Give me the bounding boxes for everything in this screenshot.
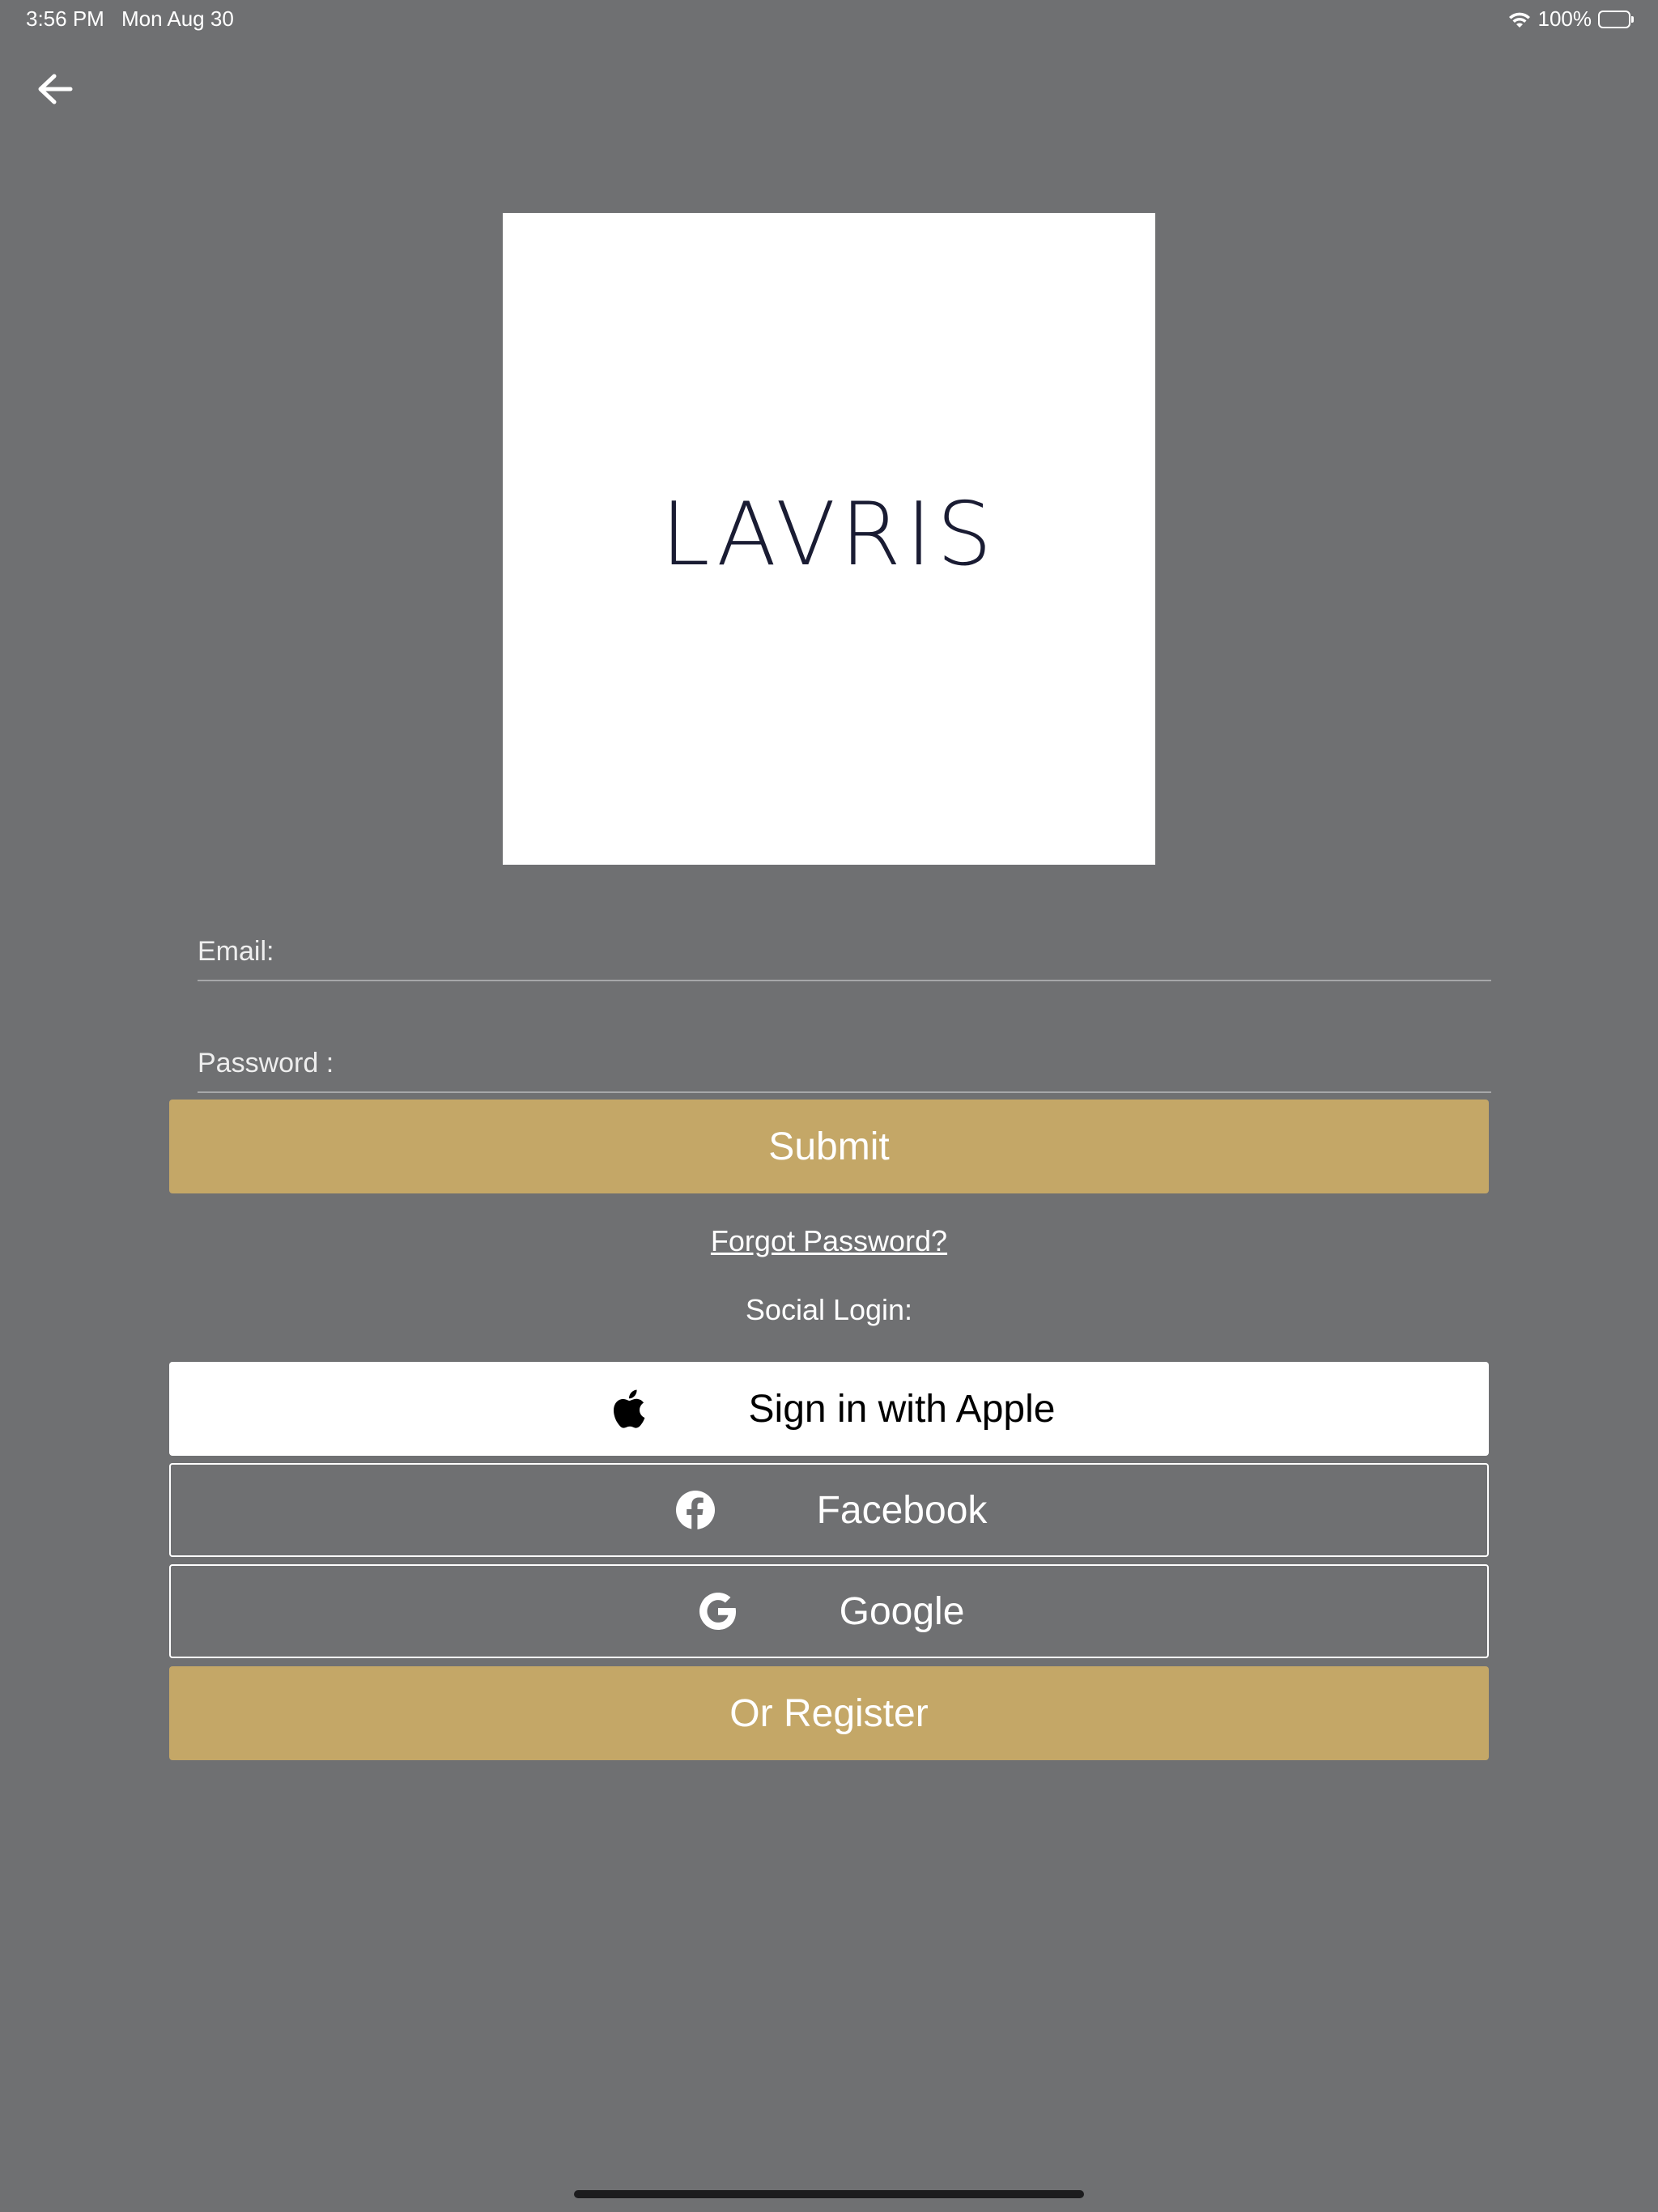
- facebook-button-label: Facebook: [816, 1488, 988, 1532]
- sign-in-with-apple-button[interactable]: Sign in with Apple: [169, 1362, 1489, 1456]
- back-button[interactable]: [32, 68, 78, 113]
- apple-button-label: Sign in with Apple: [748, 1387, 1056, 1431]
- battery-icon: [1598, 10, 1634, 28]
- arrow-left-icon: [36, 73, 74, 109]
- google-login-button[interactable]: Google: [169, 1564, 1489, 1658]
- google-icon: [697, 1590, 739, 1632]
- brand-logo: LAVRIS: [661, 484, 997, 585]
- social-login-label: Social Login:: [745, 1293, 913, 1326]
- register-button[interactable]: Or Register: [169, 1666, 1489, 1760]
- status-indicators: 100%: [1507, 6, 1634, 32]
- forgot-password-link[interactable]: Forgot Password?: [0, 1224, 1658, 1258]
- register-button-label: Or Register: [729, 1691, 929, 1735]
- submit-button[interactable]: Submit: [169, 1100, 1489, 1193]
- apple-icon: [606, 1388, 648, 1430]
- facebook-login-button[interactable]: Facebook: [169, 1463, 1489, 1557]
- status-time: 3:56 PM: [26, 6, 104, 31]
- google-button-label: Google: [839, 1589, 965, 1633]
- logo-card: LAVRIS: [503, 213, 1155, 865]
- facebook-icon: [674, 1489, 716, 1531]
- email-field-container: [198, 923, 1491, 981]
- password-field-container: [198, 1035, 1491, 1093]
- wifi-icon: [1507, 10, 1532, 29]
- status-date: Mon Aug 30: [121, 6, 234, 31]
- login-screen: 3:56 PM Mon Aug 30 100% LAVRIS Email: Su…: [0, 0, 1658, 2212]
- submit-button-label: Submit: [768, 1125, 890, 1168]
- status-bar: 3:56 PM Mon Aug 30 100%: [0, 0, 1658, 39]
- email-field[interactable]: [198, 923, 1491, 980]
- battery-percentage: 100%: [1537, 6, 1592, 31]
- password-field[interactable]: [198, 1035, 1491, 1091]
- home-indicator[interactable]: [574, 2190, 1084, 2198]
